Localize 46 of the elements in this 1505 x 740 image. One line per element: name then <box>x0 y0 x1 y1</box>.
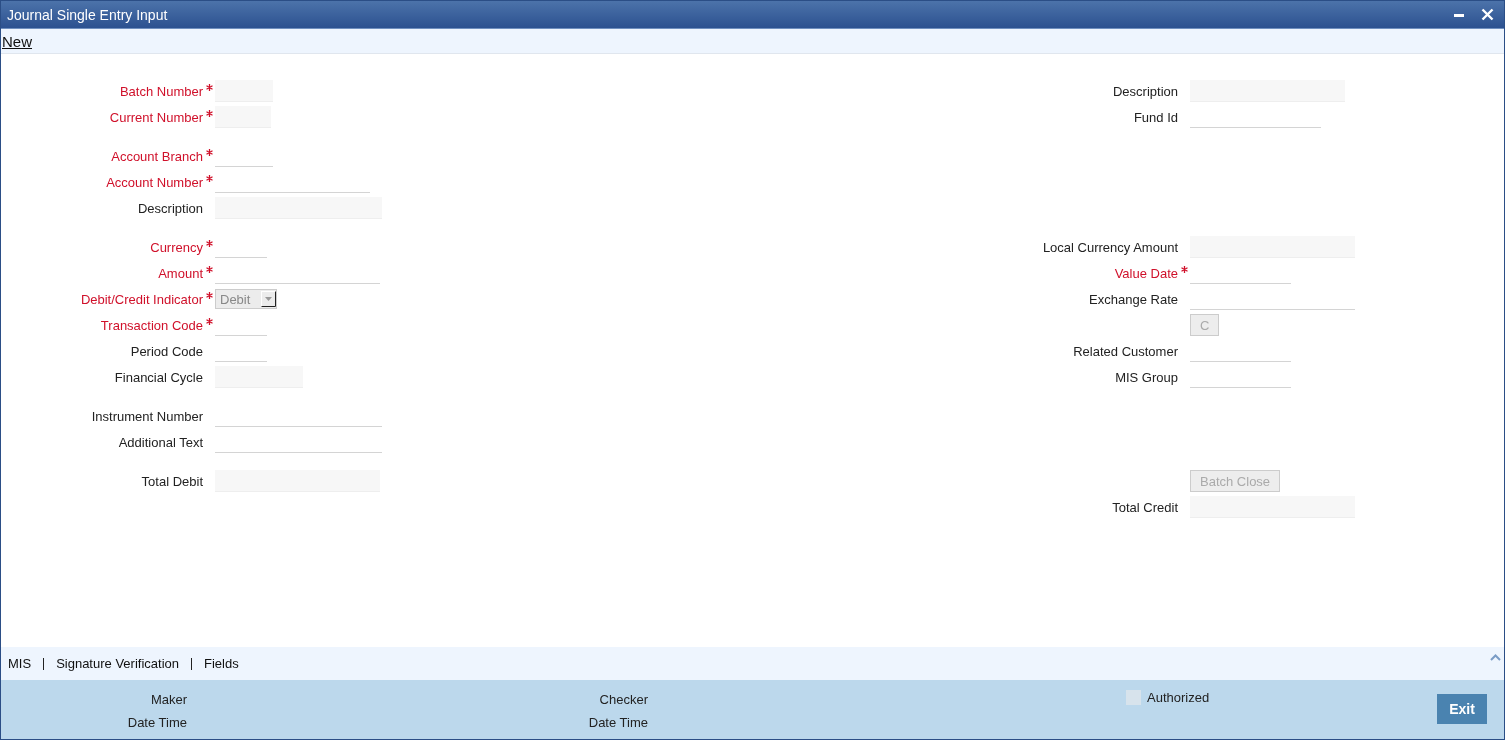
date-time-label: Date Time <box>588 715 648 730</box>
field-label: Local Currency Amount <box>1041 239 1178 255</box>
footer-tab-link[interactable]: Fields <box>204 656 239 671</box>
window-title: Journal Single Entry Input <box>7 6 169 23</box>
required-asterisk-icon <box>206 110 213 117</box>
maker-label: Maker <box>150 692 187 707</box>
required-asterisk-icon <box>206 318 213 325</box>
field-label: Period Code <box>129 343 203 359</box>
field-label: Related Customer <box>1072 343 1178 359</box>
field-label: Current Number <box>108 109 203 125</box>
required-asterisk-icon <box>206 266 213 273</box>
field-label: Additional Text <box>117 434 203 450</box>
field-label: Transaction Code <box>99 317 203 333</box>
field-label: Financial Cycle <box>113 369 203 385</box>
field-label: Instrument Number <box>90 408 203 424</box>
required-asterisk-icon <box>206 84 213 91</box>
field-label: Amount <box>157 265 203 281</box>
checkbox[interactable] <box>1126 690 1141 705</box>
required-asterisk-icon <box>206 175 213 182</box>
checkbox-label: Authorized <box>1147 690 1210 705</box>
date-time-label: Date Time <box>127 715 187 730</box>
required-asterisk-icon <box>206 240 213 247</box>
field-label: Fund Id <box>1132 109 1178 125</box>
field-label: Total Debit <box>140 473 203 489</box>
field-label: Value Date <box>1113 265 1178 281</box>
chevron-up-icon[interactable] <box>1490 654 1501 661</box>
required-asterisk-icon <box>1181 266 1188 273</box>
close-icon[interactable] <box>1481 8 1494 21</box>
field-label: Account Number <box>105 174 203 190</box>
new-link[interactable]: New <box>2 32 32 50</box>
field-label: Currency <box>149 239 203 255</box>
required-asterisk-icon <box>206 149 213 156</box>
exit-button[interactable]: Exit <box>1437 694 1487 724</box>
field-label: MIS Group <box>1114 369 1178 385</box>
field-label: Total Credit <box>1111 499 1178 515</box>
dropdown-arrow-icon <box>261 291 276 307</box>
footer-tab-link[interactable]: Signature Verification <box>56 656 179 671</box>
field-label: Exchange Rate <box>1088 291 1178 307</box>
field-label: Batch Number <box>118 83 203 99</box>
required-asterisk-icon <box>206 292 213 299</box>
field-label: Description <box>136 200 203 216</box>
footer-tab-link[interactable]: MIS <box>8 656 32 671</box>
field-label: Account Branch <box>110 148 203 164</box>
field-label: Description <box>1111 83 1178 99</box>
field-label: Debit/Credit Indicator <box>79 291 203 307</box>
checker-label: Checker <box>599 692 648 707</box>
